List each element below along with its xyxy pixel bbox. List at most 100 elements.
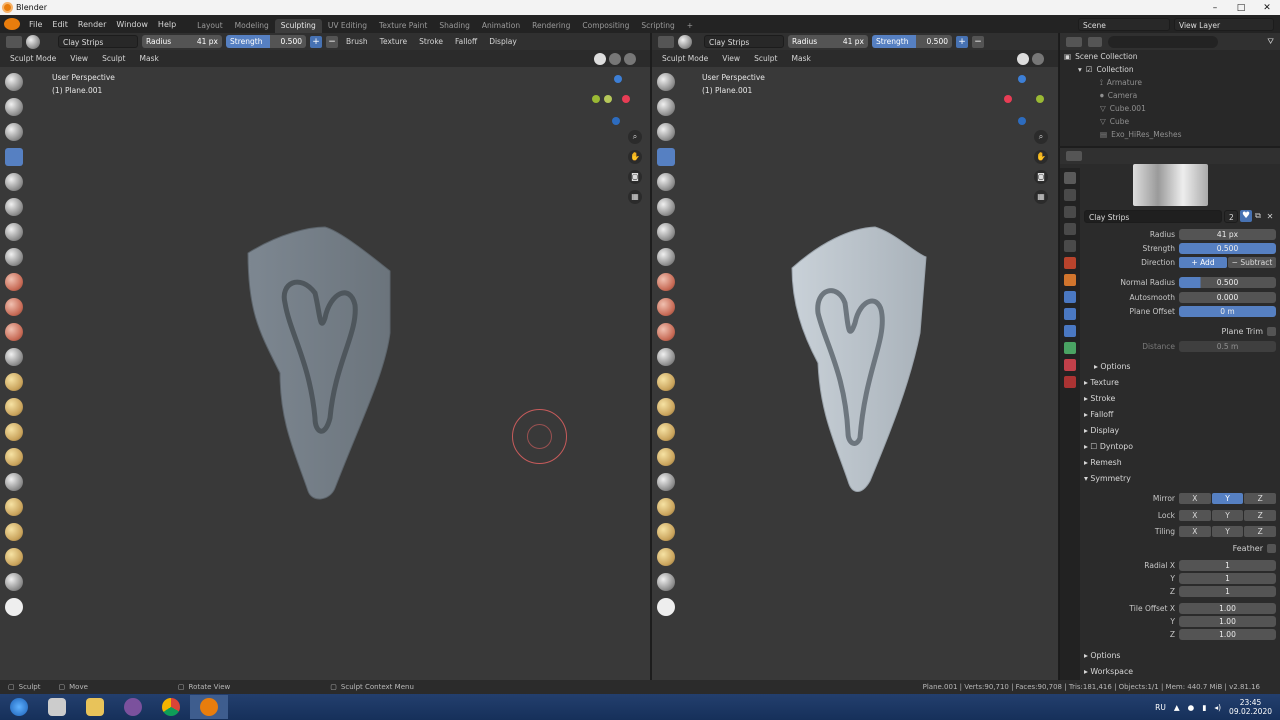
strength-field[interactable]: 0.500: [1179, 242, 1276, 254]
tool-rotate[interactable]: [5, 523, 23, 541]
tool-fill[interactable]: [5, 323, 23, 341]
clock[interactable]: 23:45 09.02.2020: [1229, 698, 1272, 716]
brush-preview-icon[interactable]: [26, 34, 40, 49]
unlink-icon[interactable]: ✕: [1264, 212, 1276, 221]
feather-checkbox[interactable]: [1267, 543, 1276, 553]
tool-blob[interactable]: [657, 223, 675, 241]
tool-clay-strips[interactable]: [5, 148, 23, 166]
tile-offset-x-field[interactable]: 1.00: [1179, 602, 1276, 614]
tab-animation[interactable]: Animation: [476, 19, 526, 33]
strength-slider[interactable]: Strength 0.500: [226, 35, 306, 48]
mode-selector[interactable]: Sculpt Mode: [6, 54, 60, 63]
expand-icon[interactable]: ▾: [1078, 63, 1082, 76]
radial-z-field[interactable]: 1: [1179, 585, 1276, 597]
taskbar-app-icon[interactable]: [38, 695, 76, 719]
world-tab-icon[interactable]: [1064, 257, 1076, 269]
tool-nudge[interactable]: [657, 498, 675, 516]
view-layer-tab-icon[interactable]: [1064, 223, 1076, 235]
tiling-x-button[interactable]: X: [1179, 525, 1211, 537]
tab-texture-paint[interactable]: Texture Paint: [373, 19, 433, 33]
tool-blob[interactable]: [5, 223, 23, 241]
tab-uv-editing[interactable]: UV Editing: [322, 19, 373, 33]
material-tab-icon[interactable]: [1064, 359, 1076, 371]
panel-workspace[interactable]: ▸ Workspace: [1084, 665, 1276, 679]
tool-simplify[interactable]: [657, 573, 675, 591]
tool-grab[interactable]: [5, 398, 23, 416]
tool-rotate[interactable]: [657, 523, 675, 541]
tool-flatten[interactable]: [5, 298, 23, 316]
brush-datablock[interactable]: Clay Strips 2 ♥ ⧉ ✕: [1084, 209, 1276, 223]
shading-rendered-icon[interactable]: [624, 52, 636, 65]
tool-fill[interactable]: [657, 323, 675, 341]
sculpt-mesh-right[interactable]: [790, 223, 930, 498]
tool-scrape[interactable]: [5, 348, 23, 366]
tool-pinch[interactable]: [5, 373, 23, 391]
gizmo-neg-z-icon[interactable]: [612, 117, 620, 125]
tool-simplify[interactable]: [5, 573, 23, 591]
tool-pose[interactable]: [657, 473, 675, 491]
gizmo-x-icon[interactable]: [1004, 95, 1012, 103]
camera-view-icon[interactable]: ◙: [628, 170, 642, 184]
viber-icon[interactable]: [114, 695, 152, 719]
menu-sculpt[interactable]: Sculpt: [98, 54, 129, 63]
shading-material-icon[interactable]: [609, 52, 621, 65]
tool-nudge[interactable]: [5, 498, 23, 516]
lock-y-button[interactable]: Y: [1211, 509, 1244, 521]
outliner-item-armature[interactable]: ⟟ Armature: [1060, 76, 1280, 89]
filter-icon[interactable]: ⛛: [1267, 37, 1280, 47]
viewport-right[interactable]: Clay Strips Radius 41 px Strength 0.500 + …: [652, 33, 1058, 680]
editor-type-icon[interactable]: [6, 35, 22, 48]
gizmo-neg-y-icon[interactable]: [604, 95, 612, 103]
fake-user-icon[interactable]: ♥: [1240, 210, 1252, 222]
radius-slider[interactable]: Radius 41 px: [142, 35, 222, 48]
maximize-icon[interactable]: □: [1228, 3, 1254, 13]
outliner-collection[interactable]: ▾ ☑ Collection: [1060, 63, 1280, 76]
scene-tab-icon[interactable]: [1064, 240, 1076, 252]
tool-draw-sharp[interactable]: [657, 98, 675, 116]
tray-arrow-icon[interactable]: ▲: [1174, 703, 1180, 712]
network-icon[interactable]: ▮: [1202, 703, 1206, 712]
menu-render[interactable]: Render: [73, 20, 111, 29]
blender-taskbar-icon[interactable]: [190, 695, 228, 719]
menu-mask[interactable]: Mask: [136, 54, 163, 63]
menu-edit[interactable]: Edit: [47, 20, 73, 29]
outliner-editor-icon[interactable]: [1066, 36, 1082, 47]
brush-preview-image[interactable]: [1133, 164, 1208, 206]
tool-draw-sharp[interactable]: [5, 98, 23, 116]
brush-name-field[interactable]: Clay Strips: [704, 35, 784, 48]
plane-offset-field[interactable]: 0 m: [1179, 305, 1276, 317]
outliner-scene-collection[interactable]: ▣ Scene Collection: [1060, 50, 1280, 63]
ortho-grid-icon[interactable]: ▦: [628, 190, 642, 204]
gizmo-y-icon[interactable]: [1036, 95, 1044, 103]
tab-modeling[interactable]: Modeling: [229, 19, 275, 33]
pan-hand-icon[interactable]: ✋: [1034, 150, 1048, 164]
outliner-item-cube[interactable]: ▽ Cube: [1060, 115, 1280, 128]
volume-icon[interactable]: ◂): [1214, 703, 1221, 712]
menu-sculpt[interactable]: Sculpt: [750, 54, 781, 63]
panel-display[interactable]: ▸ Display: [1084, 424, 1276, 438]
panel-options[interactable]: ▸ Options: [1084, 649, 1276, 663]
tool-layer[interactable]: [5, 173, 23, 191]
falloff-dropdown[interactable]: Falloff: [451, 37, 481, 46]
modifier-tab-icon[interactable]: [1064, 291, 1076, 303]
camera-view-icon[interactable]: ◙: [1034, 170, 1048, 184]
panel-remesh[interactable]: ▸ Remesh: [1084, 456, 1276, 470]
gizmo-z-icon[interactable]: [1018, 75, 1026, 83]
shading-material-icon[interactable]: [1032, 52, 1044, 65]
brush-dropdown[interactable]: Brush: [342, 37, 372, 46]
outliner-search-input[interactable]: [1108, 35, 1218, 48]
output-tab-icon[interactable]: [1064, 206, 1076, 218]
radius-field[interactable]: 41 px: [1179, 228, 1276, 240]
gizmo-y-icon[interactable]: [592, 95, 600, 103]
shading-solid-icon[interactable]: [594, 52, 606, 65]
duplicate-icon[interactable]: ⧉: [1252, 211, 1264, 221]
panel-symmetry[interactable]: ▾ Symmetry: [1084, 472, 1276, 486]
tool-clay[interactable]: [657, 123, 675, 141]
navigation-gizmo[interactable]: [590, 73, 630, 125]
tool-layer[interactable]: [657, 173, 675, 191]
normal-radius-field[interactable]: 0.500: [1179, 276, 1276, 288]
tool-inflate[interactable]: [5, 198, 23, 216]
ortho-grid-icon[interactable]: ▦: [1034, 190, 1048, 204]
outliner-item-cube001[interactable]: ▽ Cube.001: [1060, 102, 1280, 115]
scene-field[interactable]: Scene: [1078, 17, 1170, 31]
